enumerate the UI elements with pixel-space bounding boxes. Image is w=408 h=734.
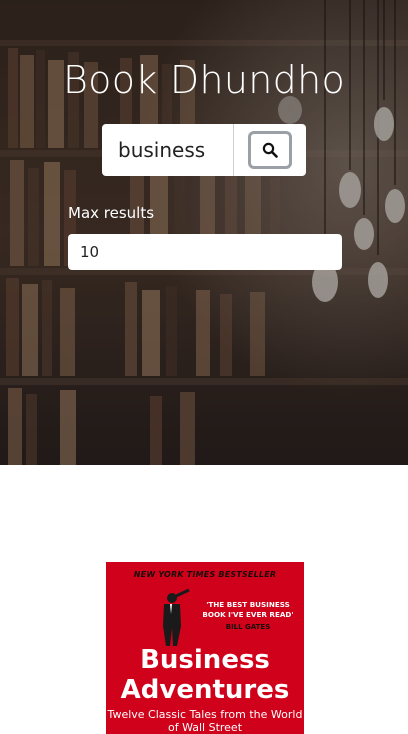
search-button-focus-ring [248,131,292,169]
search-button[interactable] [233,124,306,176]
app-title: Book Dhundho [62,58,346,102]
book-cover-card[interactable]: NEW YORK TIMES BESTSELLER 'THE BEST BUSI… [106,562,304,734]
hero-banner: Book Dhundho Max results [0,0,408,465]
search-icon [262,142,278,158]
cover-banner: NEW YORK TIMES BESTSELLER [133,570,277,579]
cover-quote-author: BILL GATES [225,623,271,631]
search-input[interactable] [102,124,233,176]
cover-quote: 'THE BEST BUSINESS BOOK I'VE EVER READ' [202,600,294,619]
cover-title-line2: Adventures [120,675,290,705]
cover-title-line1: Business [140,645,270,675]
cover-subtitle: Twelve Classic Tales from the World of W… [107,708,303,734]
man-with-telescope-icon [163,588,190,646]
search-bar [102,124,306,176]
max-results-label: Max results [68,204,155,222]
max-results-input[interactable] [68,234,342,270]
results-list: NEW YORK TIMES BESTSELLER 'THE BEST BUSI… [0,465,408,734]
